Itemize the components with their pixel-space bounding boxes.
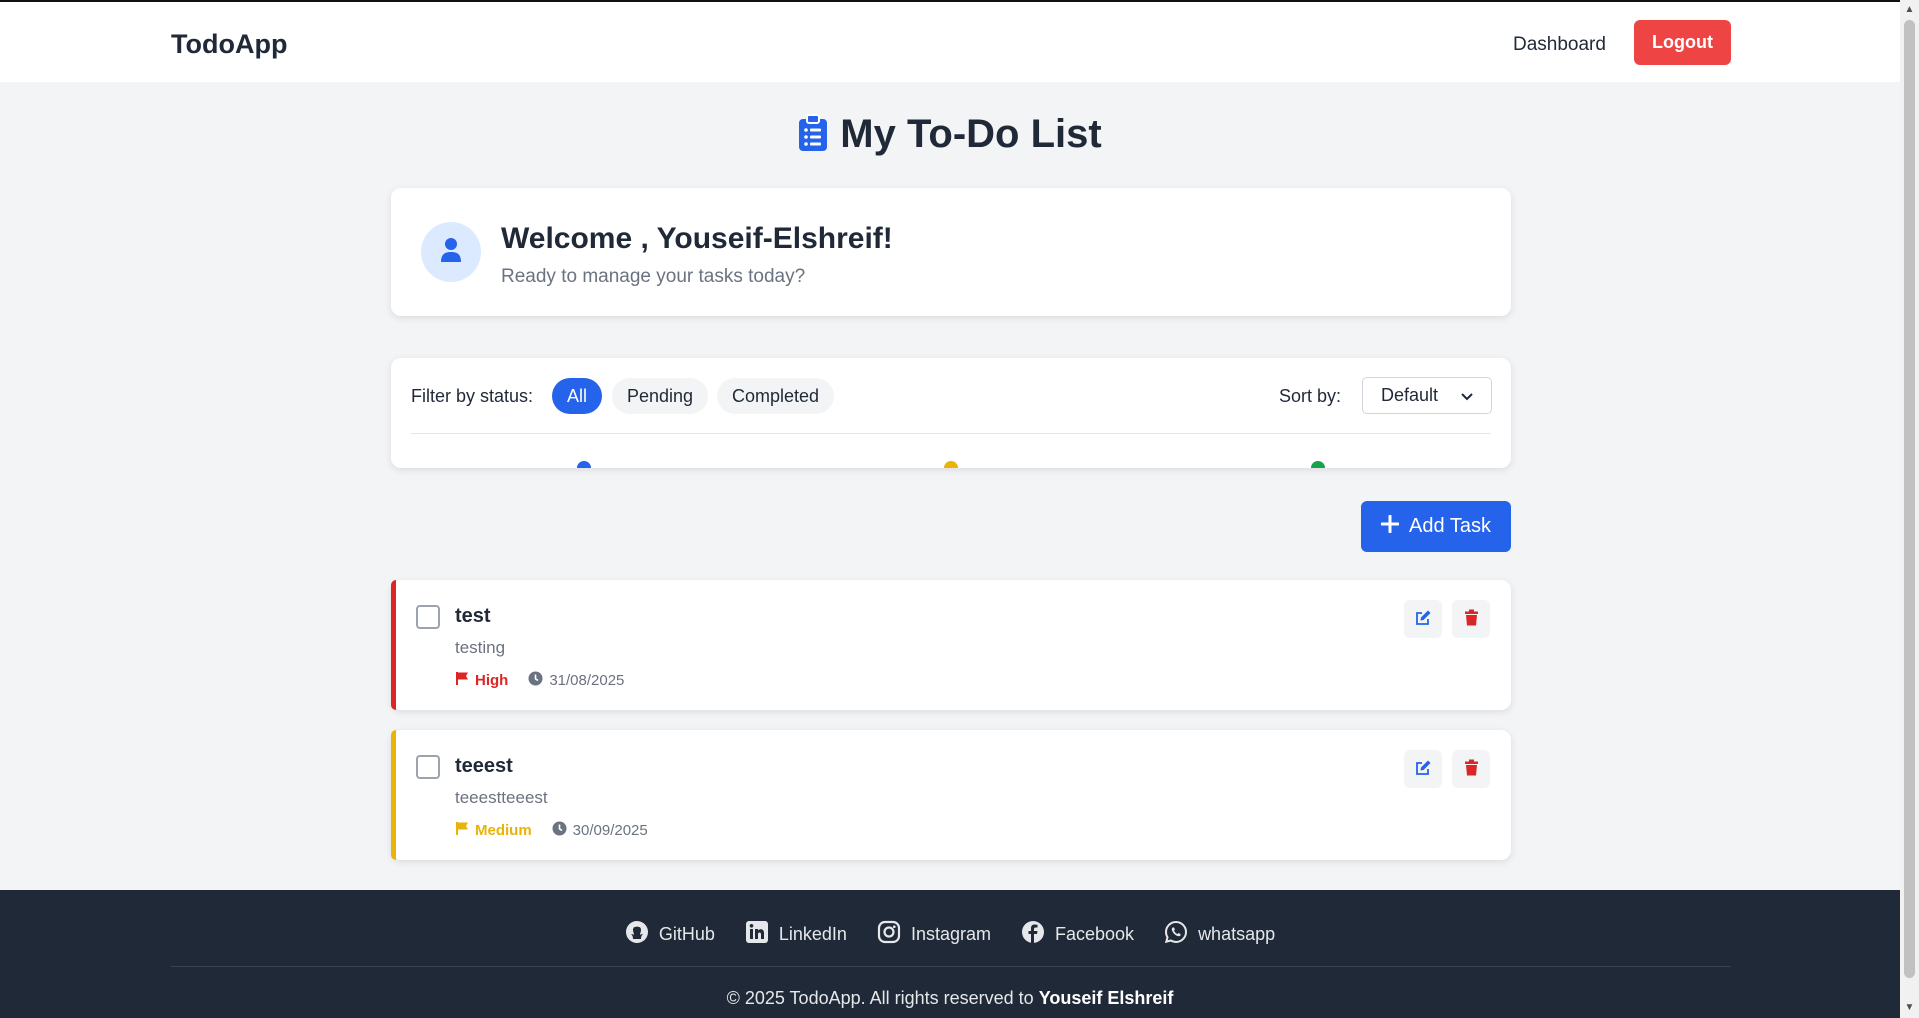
task-due-date-label: 31/08/2025 [549,672,625,689]
task-priority-label: Medium [475,822,532,839]
task-complete-checkbox[interactable] [416,755,440,779]
github-link-label: GitHub [658,924,715,944]
task-description: testing [455,638,506,657]
add-task-label: Add Task [1409,515,1491,537]
main-content: My To-Do List Welcome , Youseif-Elshreif… [0,82,1900,890]
task-due-date-label: 30/09/2025 [572,822,648,839]
delete-task-button[interactable] [1452,750,1490,788]
stat-pending-dot [944,461,958,468]
task-meta: High 31/08/2025 [455,671,624,690]
flag-icon [455,821,470,840]
edit-task-button[interactable] [1404,600,1442,638]
scroll-up-arrow-icon[interactable]: ▲ [1900,2,1919,18]
dashboard-link[interactable]: Dashboard [1513,34,1606,56]
task-complete-checkbox[interactable] [416,605,440,629]
whatsapp-link-label: whatsapp [1198,924,1276,944]
page-title: My To-Do List [840,112,1102,156]
scroll-down-arrow-icon[interactable]: ▼ [1900,1000,1919,1016]
edit-icon [1415,759,1432,779]
task-card: test testing High 31/08/2025 [391,580,1511,710]
brand-logo[interactable]: TodoApp [171,29,287,60]
task-description: teeestteeest [455,788,548,807]
welcome-subtitle: Ready to manage your tasks today? [501,266,806,287]
whatsapp-icon [1164,920,1188,949]
task-priority-accent [391,730,396,860]
filter-divider [411,433,1491,434]
filter-card: Filter by status: All Pending Completed … [391,358,1511,468]
whatsapp-link[interactable]: whatsapp [1164,920,1275,949]
task-card: teeest teeestteeest Medium 30/09/2025 [391,730,1511,860]
filter-label: Filter by status: [411,386,534,406]
instagram-link[interactable]: Instagram [877,920,991,949]
user-icon [440,237,462,268]
linkedin-link[interactable]: LinkedIn [745,920,847,949]
edit-task-button[interactable] [1404,750,1442,788]
task-title: teeest [455,755,513,777]
instagram-link-label: Instagram [910,924,991,944]
trash-icon [1464,609,1479,629]
welcome-title: Welcome , Youseif-Elshreif! [501,222,893,255]
task-due-date: 30/09/2025 [552,821,648,840]
clipboard-list-icon [798,114,828,162]
filter-completed-button[interactable]: Completed [717,378,835,414]
linkedin-icon [745,920,769,949]
footer: GitHub LinkedIn Instagram Facebook whats… [0,890,1900,1018]
linkedin-link-label: LinkedIn [778,924,847,944]
task-priority-label: High [475,672,509,689]
copyright-name: Youseif Elshreif [1038,988,1174,1008]
clock-icon [528,671,543,690]
github-icon [625,920,649,949]
stat-completed-dot [1311,461,1325,468]
copyright-text: © 2025 TodoApp. All rights reserved to Y… [0,988,1900,1009]
filter-pending-button[interactable]: Pending [612,378,709,414]
trash-icon [1464,759,1479,779]
add-task-button[interactable]: Add Task [1361,501,1511,552]
copyright-prefix: © 2025 TodoApp. All rights reserved to [726,988,1034,1008]
task-meta: Medium 30/09/2025 [455,821,648,840]
navbar: TodoApp Dashboard Logout [0,2,1900,82]
instagram-icon [877,920,901,949]
sort-label: Sort by: [1279,386,1342,406]
task-priority: High [455,671,508,690]
footer-divider [171,966,1731,967]
page-title-row: My To-Do List [0,112,1900,162]
sort-select-value: Default [1381,385,1439,405]
delete-task-button[interactable] [1452,600,1490,638]
facebook-icon [1021,920,1045,949]
task-due-date: 31/08/2025 [528,671,624,690]
logout-button[interactable]: Logout [1634,20,1731,65]
scrollbar[interactable]: ▲ ▼ [1900,0,1919,1018]
social-links: GitHub LinkedIn Instagram Facebook whats… [0,920,1900,949]
avatar [421,222,481,282]
task-priority: Medium [455,821,532,840]
github-link[interactable]: GitHub [625,920,715,949]
task-priority-accent [391,580,396,710]
sort-select[interactable]: Default [1362,377,1492,414]
facebook-link-label: Facebook [1055,924,1135,944]
scrollbar-thumb[interactable] [1904,20,1915,978]
welcome-card: Welcome , Youseif-Elshreif! Ready to man… [391,188,1511,316]
task-title: test [455,605,491,627]
filter-all-button[interactable]: All [552,378,603,414]
clock-icon [552,821,567,840]
plus-icon [1380,514,1400,539]
flag-icon [455,671,470,690]
facebook-link[interactable]: Facebook [1021,920,1134,949]
chevron-down-icon [1461,385,1473,406]
edit-icon [1415,609,1432,629]
stat-total-dot [577,461,591,468]
